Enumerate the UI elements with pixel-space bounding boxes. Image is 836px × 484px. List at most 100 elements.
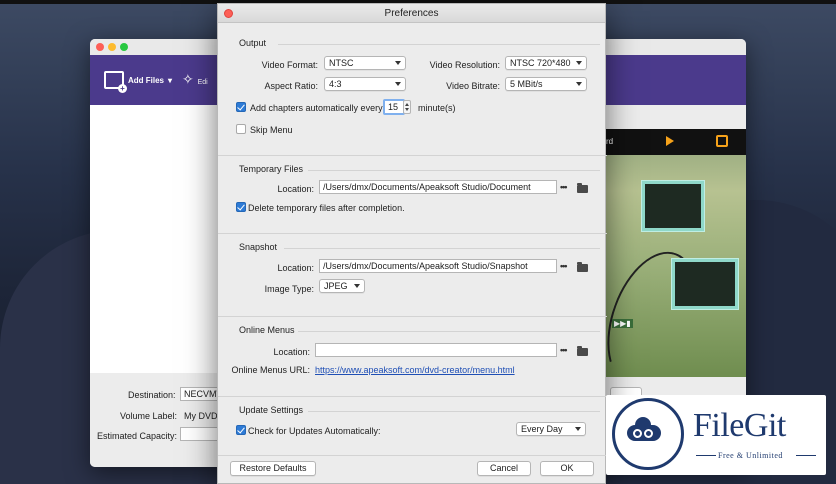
add-film-icon xyxy=(104,71,127,93)
snapshot-location-field[interactable]: /Users/dmx/Documents/Apeaksoft Studio/Sn… xyxy=(319,259,557,273)
add-files-button[interactable]: Add Files ▾ xyxy=(104,71,173,93)
video-bitrate-select[interactable]: 5 MBit/s xyxy=(505,77,587,91)
chevron-down-icon xyxy=(354,284,360,288)
filegit-watermark: FileGit Free & Unlimited xyxy=(606,395,826,475)
snapshot-heading: Snapshot xyxy=(239,242,278,252)
section-divider xyxy=(308,170,600,171)
section-divider xyxy=(284,248,600,249)
watermark-subtitle: Free & Unlimited xyxy=(718,451,783,460)
image-type-label: Image Type: xyxy=(264,284,314,294)
output-heading: Output xyxy=(239,38,267,48)
chevron-down-icon xyxy=(395,82,401,86)
add-chapters-checkbox[interactable] xyxy=(236,102,246,112)
temporary-files-heading: Temporary Files xyxy=(239,164,304,174)
update-settings-heading: Update Settings xyxy=(239,405,304,415)
preview-toolbar: rd xyxy=(602,129,746,155)
dialog-title: Preferences xyxy=(384,8,439,19)
add-chapters-label: Add chapters automatically every xyxy=(250,103,383,113)
cancel-button[interactable]: Cancel xyxy=(477,461,531,476)
zoom-window-button[interactable] xyxy=(120,43,128,51)
folder-icon[interactable] xyxy=(577,183,588,193)
file-list-panel xyxy=(90,105,218,373)
close-dialog-button[interactable] xyxy=(224,9,233,18)
online-location-field[interactable] xyxy=(315,343,557,357)
video-format-select[interactable]: NTSC xyxy=(324,56,406,70)
check-updates-checkbox[interactable] xyxy=(236,425,246,435)
online-browse-button[interactable]: ••• xyxy=(560,345,568,355)
chevron-down-icon xyxy=(576,61,582,65)
section-divider xyxy=(218,233,607,234)
watermark-rule xyxy=(696,455,716,456)
edit-button[interactable]: ✧ Edi xyxy=(182,71,208,88)
update-frequency-select[interactable]: Every Day xyxy=(516,422,586,436)
online-location-label: Location: xyxy=(273,347,310,357)
restore-defaults-button[interactable]: Restore Defaults xyxy=(230,461,316,476)
video-bitrate-value: 5 MBit/s xyxy=(510,79,543,89)
chapter-thumbnail[interactable] xyxy=(642,181,704,231)
video-resolution-value: NTSC 720*480 xyxy=(510,58,571,68)
video-bitrate-label: Video Bitrate: xyxy=(446,81,500,91)
chapter-interval-input[interactable]: 15 xyxy=(383,99,405,115)
online-menus-heading: Online Menus xyxy=(239,325,295,335)
play-icon[interactable] xyxy=(666,136,674,146)
snapshot-browse-button[interactable]: ••• xyxy=(560,261,568,271)
close-window-button[interactable] xyxy=(96,43,104,51)
section-divider xyxy=(218,155,607,156)
minutes-label: minute(s) xyxy=(418,103,456,113)
folder-icon[interactable] xyxy=(577,262,588,272)
preview-toolbar-label: rd xyxy=(606,137,614,146)
chevron-down-icon xyxy=(576,82,582,86)
ok-button[interactable]: OK xyxy=(540,461,594,476)
estimated-capacity-bar xyxy=(180,427,220,441)
temp-location-field[interactable]: /Users/dmx/Documents/Apeaksoft Studio/Do… xyxy=(319,180,557,194)
check-updates-label: Check for Updates Automatically: xyxy=(248,426,381,436)
online-menus-url-link[interactable]: https://www.apeaksoft.com/dvd-creator/me… xyxy=(315,365,515,375)
skip-menu-label: Skip Menu xyxy=(250,125,293,135)
chevron-down-icon: ▾ xyxy=(168,75,173,85)
aspect-ratio-value: 4:3 xyxy=(329,79,342,89)
section-divider xyxy=(298,331,600,332)
magic-wand-icon: ✧ xyxy=(182,71,194,87)
dialog-titlebar: Preferences xyxy=(218,4,605,23)
update-frequency-value: Every Day xyxy=(521,424,563,434)
video-resolution-label: Video Resolution: xyxy=(429,60,500,70)
image-type-value: JPEG xyxy=(324,281,348,291)
preferences-dialog: Preferences Output Video Format: NTSC Vi… xyxy=(217,3,607,484)
folder-icon[interactable] xyxy=(577,346,588,356)
snapshot-location-label: Location: xyxy=(277,263,314,273)
section-divider xyxy=(218,316,607,317)
estimated-capacity-label: Estimated Capacity: xyxy=(97,431,178,441)
edit-label: Edi xyxy=(197,79,208,86)
watermark-rule xyxy=(796,455,816,456)
image-type-select[interactable]: JPEG xyxy=(319,279,365,293)
edit-menu-icon[interactable] xyxy=(716,135,728,147)
watermark-title: FileGit xyxy=(693,407,786,444)
delete-temp-label: Delete temporary files after completion. xyxy=(248,203,405,213)
video-format-value: NTSC xyxy=(329,58,354,68)
aspect-ratio-select[interactable]: 4:3 xyxy=(324,77,406,91)
temp-browse-button[interactable]: ••• xyxy=(560,182,568,192)
minimize-window-button[interactable] xyxy=(108,43,116,51)
chapter-thumbnail[interactable] xyxy=(672,259,738,309)
volume-label-label: Volume Label: xyxy=(120,411,178,421)
aspect-ratio-label: Aspect Ratio: xyxy=(264,81,318,91)
preview-nav-arrows-icon[interactable]: ▶▶▮ xyxy=(612,319,633,328)
chapter-interval-stepper[interactable] xyxy=(403,100,411,114)
destination-label: Destination: xyxy=(128,390,176,400)
skip-menu-checkbox[interactable] xyxy=(236,124,246,134)
volume-label-value[interactable]: My DVD xyxy=(184,411,218,421)
destination-select[interactable]: NECVMW xyxy=(180,387,225,401)
video-format-label: Video Format: xyxy=(261,60,318,70)
temp-location-label: Location: xyxy=(277,184,314,194)
add-files-label: Add Files xyxy=(128,75,165,85)
section-divider xyxy=(218,396,607,397)
glasses-icon xyxy=(633,429,657,439)
chevron-down-icon xyxy=(395,61,401,65)
video-resolution-select[interactable]: NTSC 720*480 xyxy=(505,56,587,70)
delete-temp-checkbox[interactable] xyxy=(236,202,246,212)
section-divider xyxy=(278,44,600,45)
chevron-down-icon xyxy=(575,427,581,431)
online-url-label: Online Menus URL: xyxy=(231,365,310,375)
section-divider xyxy=(308,411,600,412)
menu-preview-panel: rd ▶▶▮ xyxy=(602,129,746,377)
